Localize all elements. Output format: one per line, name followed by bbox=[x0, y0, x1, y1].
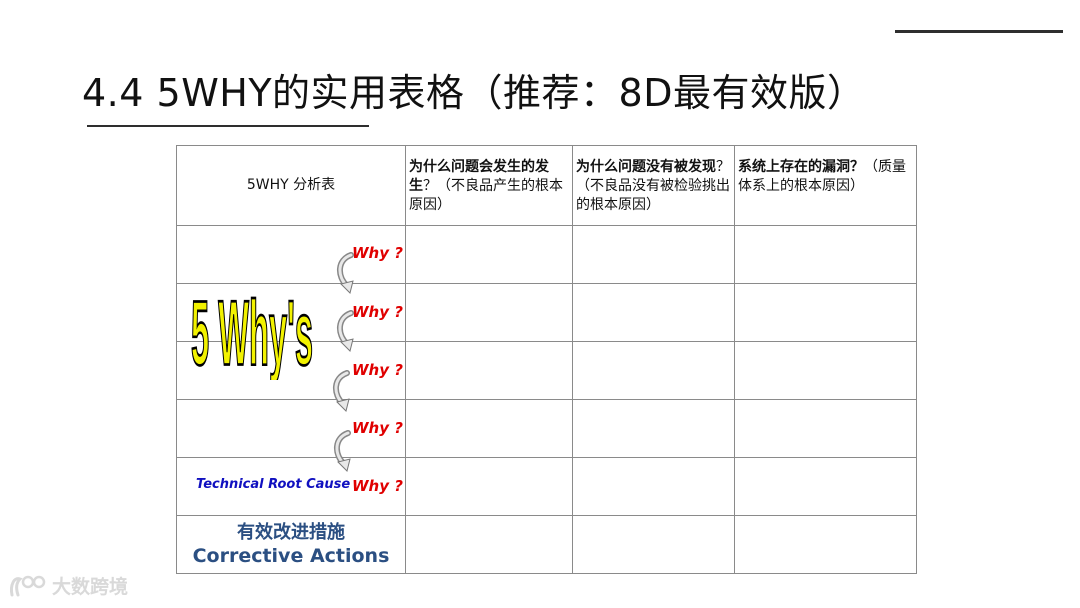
table-cell[interactable] bbox=[572, 341, 735, 400]
curved-arrow-icon bbox=[333, 370, 350, 412]
header-row: 5WHY 分析表 为什么问题会发生的发生？（不良品产生的根本原因） 为什么问题没… bbox=[176, 145, 917, 226]
header-col4-bold: 系统上存在的漏洞？ bbox=[738, 159, 864, 175]
curved-arrow-icon bbox=[334, 430, 351, 472]
why-row-4 bbox=[176, 399, 917, 458]
watermark-logo-icon bbox=[10, 575, 46, 596]
corrective-actions-cn: 有效改进措施 bbox=[237, 521, 345, 543]
table-cell[interactable] bbox=[734, 225, 917, 284]
table-cell[interactable] bbox=[572, 457, 735, 516]
table-cell[interactable] bbox=[405, 283, 573, 342]
header-col2-rest: ？（不良品产生的根本原因） bbox=[409, 178, 563, 213]
table-cell[interactable] bbox=[572, 225, 735, 284]
title-underline bbox=[87, 125, 369, 127]
watermark-text: 大数跨境 bbox=[52, 576, 129, 598]
header-col3-bold: 为什么问题没有被发现 bbox=[576, 159, 716, 175]
why-label-3: Why ? bbox=[352, 361, 403, 379]
corrective-actions-en: Corrective Actions bbox=[192, 544, 390, 567]
why-label-1: Why ? bbox=[352, 244, 403, 262]
header-system-cause: 系统上存在的漏洞？（质量体系上的根本原因） bbox=[734, 145, 917, 226]
technical-root-cause-label: Technical Root Cause bbox=[196, 477, 351, 492]
corrective-actions-row: 有效改进措施 Corrective Actions bbox=[176, 515, 917, 574]
curved-arrow-icon bbox=[337, 252, 354, 294]
five-whys-graphic: 5 Why's bbox=[190, 282, 314, 380]
table-cell[interactable] bbox=[734, 457, 917, 516]
why-label-2: Why ? bbox=[352, 303, 403, 321]
header-occurrence-cause: 为什么问题会发生的发生？（不良品产生的根本原因） bbox=[405, 145, 573, 226]
header-detection-cause: 为什么问题没有被发现？（不良品没有被检验挑出的根本原因） bbox=[572, 145, 735, 226]
header-col1-text: 5WHY 分析表 bbox=[246, 177, 336, 193]
curved-arrow-icon bbox=[337, 310, 354, 352]
why-label-4: Why ? bbox=[352, 419, 403, 437]
table-cell[interactable] bbox=[734, 515, 917, 574]
table-cell[interactable] bbox=[572, 283, 735, 342]
table-cell[interactable] bbox=[734, 341, 917, 400]
corrective-actions-label: 有效改进措施 Corrective Actions bbox=[176, 515, 406, 574]
table-cell[interactable] bbox=[405, 457, 573, 516]
five-whys-text: 5 Why's bbox=[191, 283, 313, 380]
top-right-rule bbox=[895, 30, 1063, 33]
table-cell[interactable] bbox=[572, 515, 735, 574]
table-cell[interactable] bbox=[572, 399, 735, 458]
why-label-5: Why ? bbox=[352, 477, 403, 495]
header-5why-table: 5WHY 分析表 bbox=[176, 145, 406, 226]
watermark: 大数跨境 bbox=[8, 572, 128, 599]
slide-title: 4.4 5WHY的实用表格（推荐：8D最有效版） bbox=[82, 71, 866, 115]
table-cell[interactable] bbox=[405, 341, 573, 400]
table-cell[interactable] bbox=[405, 515, 573, 574]
table-cell[interactable] bbox=[405, 399, 573, 458]
table-cell[interactable] bbox=[734, 399, 917, 458]
table-cell[interactable] bbox=[734, 283, 917, 342]
table-cell[interactable] bbox=[405, 225, 573, 284]
